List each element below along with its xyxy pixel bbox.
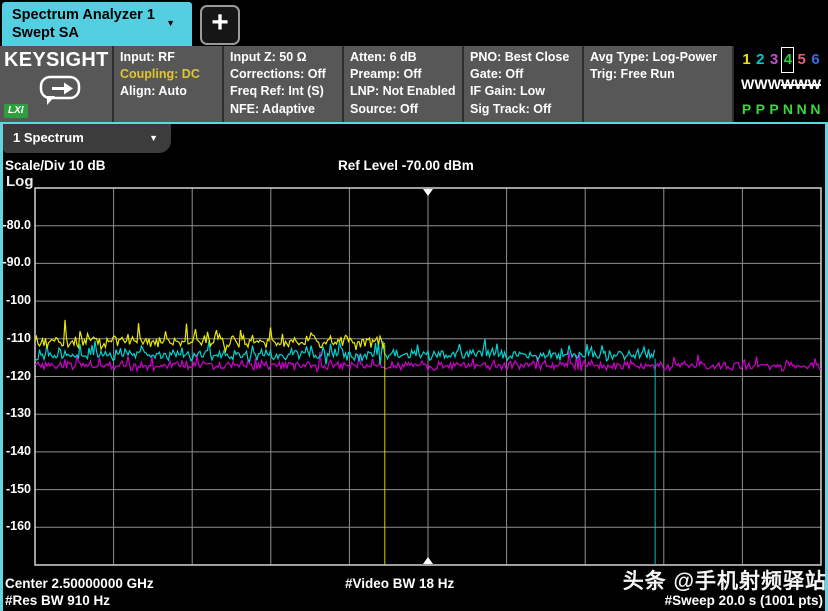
graph-area[interactable] — [0, 0, 828, 611]
y-axis-label: -80.0 — [0, 218, 31, 232]
y-axis-label: -120 — [0, 369, 31, 383]
res-bw-annotation[interactable]: #Res BW 910 Hz — [5, 593, 110, 608]
y-axis-label: -90.0 — [0, 255, 31, 269]
watermark: 头条 @手机射频驿站 — [623, 565, 827, 595]
sweep-time-annotation[interactable]: #Sweep 20.0 s (1001 pts) — [665, 593, 823, 608]
y-axis-label: -150 — [0, 482, 31, 496]
center-frequency-annotation[interactable]: Center 2.50000000 GHz — [5, 576, 154, 591]
y-axis-label: -100 — [0, 293, 31, 307]
y-axis-label: -110 — [0, 331, 31, 345]
video-bw-annotation[interactable]: #Video BW 18 Hz — [345, 576, 454, 591]
y-axis-label: -140 — [0, 444, 31, 458]
y-axis-label: -130 — [0, 406, 31, 420]
y-axis-label: -160 — [0, 519, 31, 533]
spectrum-analyzer-app: Spectrum Analyzer 1 Swept SA ▼ + KEYSIGH… — [0, 0, 828, 611]
